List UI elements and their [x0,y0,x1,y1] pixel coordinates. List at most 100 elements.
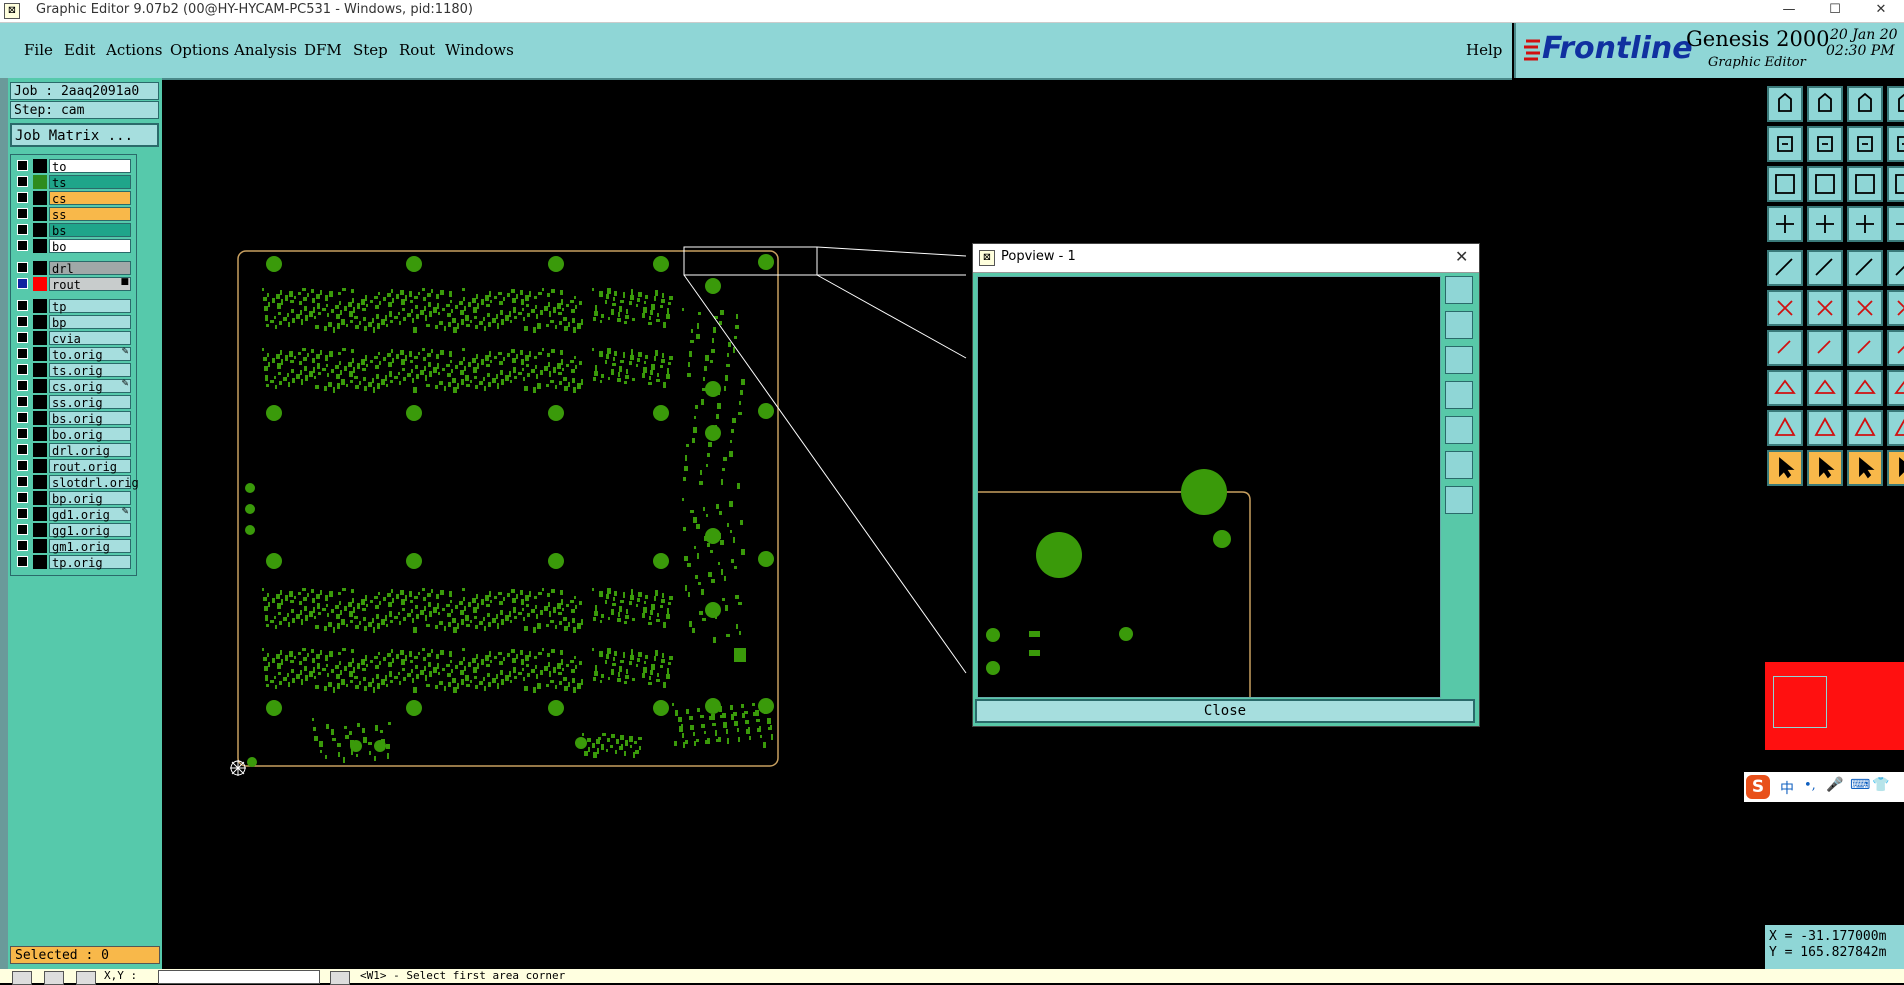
toolbar-tool-icon[interactable] [1807,250,1843,286]
layer-name[interactable]: gm1.orig [49,539,131,554]
toolbar-grid-icon[interactable] [1767,290,1803,326]
layer-color-swatch[interactable] [33,299,47,313]
toolbar-select-icon[interactable] [1887,370,1904,406]
toolbar-tool-icon[interactable] [1847,250,1883,286]
layer-name[interactable]: ts [49,175,131,190]
popview-canvas[interactable] [977,276,1441,698]
popview-pan-right-icon[interactable] [1445,416,1473,444]
layer-color-swatch[interactable] [33,277,47,291]
toolbar-tool-icon[interactable] [1887,250,1904,286]
layer-name[interactable]: bs.orig [49,411,131,426]
layer-name[interactable]: bp.orig [49,491,131,506]
close-window-button[interactable]: ✕ [1858,0,1904,22]
toolbar-arrow-icon[interactable] [1847,126,1883,162]
layer-name[interactable]: rout.orig [49,459,131,474]
popview-home-icon[interactable] [1445,486,1473,514]
layer-color-swatch[interactable] [33,411,47,425]
toolbar-snap-icon[interactable] [1767,330,1803,366]
layer-row-gm1-orig[interactable]: gm1.orig [15,539,133,554]
toolbar-pointer-icon[interactable] [1767,450,1803,486]
popview-pan-up-icon[interactable] [1445,311,1473,339]
toolbar-home-icon[interactable] [1767,86,1803,122]
toolbar-snap-icon[interactable] [1807,330,1843,366]
menu-options[interactable]: Options [170,41,229,59]
layer-row-to[interactable]: to [15,159,133,174]
layer-color-swatch[interactable] [33,555,47,569]
layer-row-bs-orig[interactable]: bs.orig [15,411,133,426]
layer-name[interactable]: to [49,159,131,174]
layer-name[interactable]: tp [49,299,131,314]
toolbar-measure-icon[interactable] [1887,410,1904,446]
layer-row-bo[interactable]: bo [15,239,133,254]
toolbar-select-icon[interactable] [1847,370,1883,406]
layer-name[interactable]: cvia [49,331,131,346]
layer-checkbox[interactable] [17,316,28,327]
layer-checkbox[interactable] [17,224,28,235]
toolbar-grid-icon[interactable] [1807,290,1843,326]
sogou-ime-icon[interactable]: S [1746,775,1770,799]
layer-color-swatch[interactable] [33,539,47,553]
layer-name[interactable]: bp [49,315,131,330]
ime-language-icon[interactable]: 中 [1780,778,1794,798]
layer-checkbox[interactable] [17,240,28,251]
layer-name[interactable]: ts.orig [49,363,131,378]
layer-name[interactable]: gg1.orig [49,523,131,538]
layer-checkbox[interactable] [17,412,28,423]
layer-row-rout[interactable]: rout ■ [15,277,133,292]
toolbar-tool-icon[interactable] [1767,250,1803,286]
layer-checkbox[interactable] [17,278,28,289]
layer-name[interactable]: drl [49,261,131,276]
toolbar-pointer-icon[interactable] [1807,450,1843,486]
menu-actions[interactable]: Actions [106,41,162,59]
layer-row-bp-orig[interactable]: bp.orig [15,491,133,506]
layer-color-swatch[interactable] [33,331,47,345]
toolbar-arrow-icon[interactable] [1767,126,1803,162]
toolbar-select-icon[interactable] [1807,370,1843,406]
layer-checkbox[interactable] [17,262,28,273]
layer-checkbox[interactable] [17,460,28,471]
layer-checkbox[interactable] [17,380,28,391]
toolbar-zoom-icon[interactable] [1807,206,1843,242]
layer-color-swatch[interactable] [33,443,47,457]
layer-row-gd1-orig[interactable]: gd1.orig ✎ [15,507,133,522]
layer-row-drl-orig[interactable]: drl.orig [15,443,133,458]
layer-color-swatch[interactable] [33,159,47,173]
layer-color-swatch[interactable] [33,347,47,361]
layer-checkbox[interactable] [17,348,28,359]
layer-name[interactable]: ss.orig [49,395,131,410]
overview-panel[interactable] [1765,662,1904,750]
menu-edit[interactable]: Edit [64,41,95,59]
layer-checkbox[interactable] [17,176,28,187]
ime-mic-icon[interactable]: 🎤 [1826,777,1843,793]
toolbar-grid-icon[interactable] [1887,290,1904,326]
layer-row-tp-orig[interactable]: tp.orig [15,555,133,570]
layer-name[interactable]: to.orig [49,347,131,362]
toolbar-snap-icon[interactable] [1847,330,1883,366]
layer-color-swatch[interactable] [33,315,47,329]
layer-row-bp[interactable]: bp [15,315,133,330]
layer-color-swatch[interactable] [33,363,47,377]
ime-keyboard-icon[interactable]: ⌨ [1850,777,1870,793]
toolbar-grid-icon[interactable] [1847,290,1883,326]
popview-close-icon[interactable]: ✕ [1455,247,1468,266]
toolbar-layout-icon[interactable] [1847,166,1883,202]
layer-name[interactable]: bo.orig [49,427,131,442]
layer-checkbox[interactable] [17,192,28,203]
toolbar-zoom-icon[interactable] [1887,206,1904,242]
layer-checkbox[interactable] [17,396,28,407]
layer-name[interactable]: cs [49,191,131,206]
toolbar-select-icon[interactable] [1767,370,1803,406]
popview-zoom-icon[interactable] [1445,276,1473,304]
layer-row-gg1-orig[interactable]: gg1.orig [15,523,133,538]
layer-row-tp[interactable]: tp [15,299,133,314]
layer-checkbox[interactable] [17,332,28,343]
layer-color-swatch[interactable] [33,395,47,409]
layer-color-swatch[interactable] [33,223,47,237]
job-matrix-button[interactable]: Job Matrix ... [10,123,159,147]
toolbar-measure-icon[interactable] [1847,410,1883,446]
toolbar-arrow-icon[interactable] [1887,126,1904,162]
layer-row-ts-orig[interactable]: ts.orig [15,363,133,378]
popview-pan-left-icon[interactable] [1445,381,1473,409]
toolbar-pointer-icon[interactable] [1847,450,1883,486]
layer-color-swatch[interactable] [33,207,47,221]
